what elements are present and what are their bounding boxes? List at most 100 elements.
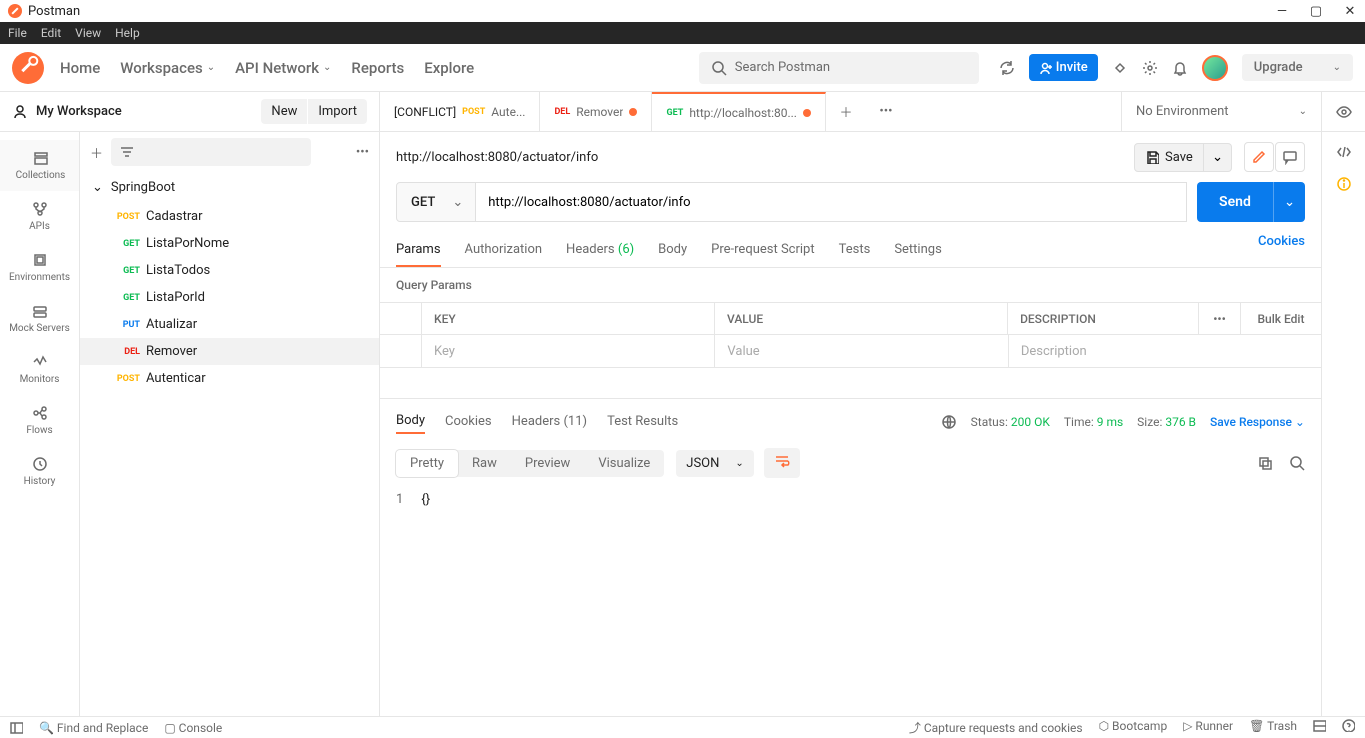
minimize-button[interactable]: — [1275, 4, 1289, 18]
tree-item[interactable]: GETListaPorId [80, 284, 379, 311]
info-icon[interactable] [1336, 176, 1352, 192]
workspace-name[interactable]: My Workspace [36, 104, 253, 119]
trash-button[interactable]: 🗑 Trash [1249, 719, 1297, 736]
settings-icon[interactable] [1142, 60, 1158, 76]
postman-logo[interactable] [12, 52, 44, 84]
bootcamp-button[interactable]: ⬡ Bootcamp [1099, 719, 1168, 736]
rail-history[interactable]: History [0, 446, 79, 497]
history-icon [32, 456, 48, 472]
send-button[interactable]: Send [1197, 182, 1273, 222]
rail-flows[interactable]: Flows [0, 395, 79, 446]
environment-preview-button[interactable] [1321, 92, 1365, 131]
help-icon[interactable] [1342, 719, 1355, 732]
save-response-button[interactable]: Save Response ⌄ [1210, 415, 1305, 429]
menu-file[interactable]: File [8, 26, 27, 40]
panel-icon[interactable] [10, 721, 23, 734]
maximize-button[interactable]: ▢ [1309, 4, 1323, 18]
avatar[interactable] [1202, 55, 1228, 81]
search-response-icon[interactable] [1289, 455, 1305, 471]
chevron-down-icon: ⌄ [92, 180, 103, 195]
tree-folder[interactable]: ⌄SpringBoot [80, 172, 379, 203]
layout-icon[interactable] [1313, 719, 1326, 732]
code-icon[interactable] [1336, 144, 1352, 160]
save-button[interactable]: Save [1134, 143, 1204, 172]
new-button[interactable]: New [261, 99, 307, 124]
tab-authorization[interactable]: Authorization [465, 234, 543, 267]
rail-collections[interactable]: Collections [0, 140, 79, 191]
param-value-input[interactable]: Value [715, 335, 1008, 367]
find-replace-button[interactable]: 🔍 Find and Replace [39, 721, 148, 735]
view-visualize[interactable]: Visualize [584, 450, 664, 477]
resp-tab-cookies[interactable]: Cookies [445, 410, 492, 433]
resp-tab-tests[interactable]: Test Results [607, 410, 678, 433]
menu-edit[interactable]: Edit [41, 26, 61, 40]
close-button[interactable]: ✕ [1343, 4, 1357, 18]
tab-prerequest[interactable]: Pre-request Script [711, 234, 814, 267]
menu-help[interactable]: Help [115, 26, 140, 40]
param-key-input[interactable]: Key [422, 335, 715, 367]
rail-apis[interactable]: APIs [0, 191, 79, 242]
nav-explore[interactable]: Explore [424, 59, 474, 77]
param-desc-input[interactable]: Description [1009, 335, 1199, 367]
nav-workspaces[interactable]: Workspaces⌄ [120, 59, 215, 77]
bulk-edit-button[interactable]: Bulk Edit [1241, 303, 1321, 334]
edit-button[interactable] [1244, 142, 1274, 172]
url-input[interactable] [476, 182, 1187, 222]
format-select[interactable]: JSON⌄ [676, 450, 754, 477]
tab-options-button[interactable]: ••• [866, 92, 906, 131]
tab-headers[interactable]: Headers (6) [566, 234, 634, 267]
send-options-button[interactable]: ⌄ [1273, 182, 1305, 222]
comments-button[interactable] [1275, 142, 1305, 172]
invite-button[interactable]: Invite [1029, 54, 1098, 81]
resp-tab-body[interactable]: Body [396, 409, 425, 434]
tab-item[interactable]: GET http://localhost:80... [652, 92, 826, 131]
environment-select[interactable]: No Environment ⌄ [1121, 92, 1321, 131]
globe-icon[interactable] [941, 414, 957, 430]
add-button[interactable]: ＋ [90, 143, 103, 162]
capture-button[interactable]: ⤴ Capture requests and cookies [909, 719, 1083, 736]
rail-environments[interactable]: Environments [0, 242, 79, 293]
view-pretty[interactable]: Pretty [396, 450, 458, 477]
rail-mock[interactable]: Mock Servers [0, 293, 79, 344]
view-raw[interactable]: Raw [458, 450, 511, 477]
tree-item[interactable]: POSTCadastrar [80, 203, 379, 230]
tree-item[interactable]: PUTAtualizar [80, 311, 379, 338]
rail-monitors[interactable]: Monitors [0, 344, 79, 395]
method-badge: POST [112, 212, 140, 222]
console-button[interactable]: ▢ Console [164, 721, 222, 735]
upgrade-button[interactable]: Upgrade⌄ [1242, 54, 1353, 81]
col-options-button[interactable]: ••• [1199, 303, 1241, 334]
sidebar-options-button[interactable]: ••• [356, 145, 369, 160]
runner-button[interactable]: ▷ Runner [1183, 719, 1233, 736]
tab-item[interactable]: DEL Remover [540, 92, 652, 131]
wrap-lines-button[interactable] [764, 448, 800, 478]
tab-item[interactable]: [CONFLICT] POST Aute... [380, 92, 540, 131]
method-select[interactable]: GET [396, 182, 476, 222]
cookies-link[interactable]: Cookies [1258, 234, 1305, 267]
nav-api-network[interactable]: API Network⌄ [235, 59, 331, 77]
filter-input[interactable] [111, 138, 311, 166]
nav-reports[interactable]: Reports [351, 59, 404, 77]
tab-params[interactable]: Params [396, 234, 441, 267]
method-badge: PUT [112, 320, 140, 330]
resp-tab-headers[interactable]: Headers (11) [512, 410, 587, 433]
new-tab-button[interactable]: ＋ [826, 92, 866, 131]
response-body[interactable]: 1 {} [380, 486, 1321, 718]
sync-icon[interactable] [999, 60, 1015, 76]
copy-icon[interactable] [1257, 455, 1273, 471]
plugin-icon[interactable] [1112, 60, 1128, 76]
tree-item[interactable]: GETListaPorNome [80, 230, 379, 257]
tab-body[interactable]: Body [658, 234, 687, 267]
nav-home[interactable]: Home [60, 59, 100, 77]
import-button[interactable]: Import [308, 99, 367, 124]
tree-item[interactable]: DELRemover [80, 338, 379, 365]
tab-tests[interactable]: Tests [839, 234, 871, 267]
tab-settings[interactable]: Settings [894, 234, 941, 267]
save-options-button[interactable]: ⌄ [1204, 143, 1232, 172]
search-input[interactable]: Search Postman [699, 52, 979, 84]
view-preview[interactable]: Preview [511, 450, 584, 477]
tree-item[interactable]: POSTAutenticar [80, 365, 379, 392]
tree-item[interactable]: GETListaTodos [80, 257, 379, 284]
notifications-icon[interactable] [1172, 60, 1188, 76]
menu-view[interactable]: View [75, 26, 101, 40]
